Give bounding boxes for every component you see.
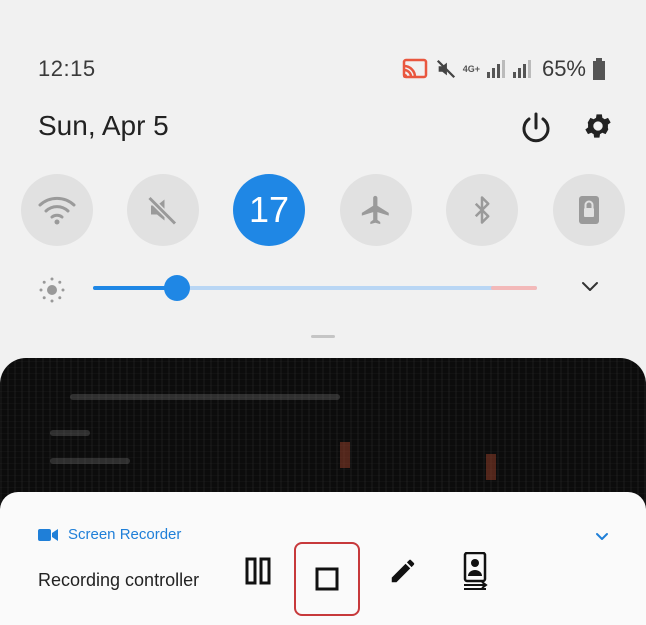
blurred-mark xyxy=(486,454,496,480)
wifi-icon xyxy=(38,196,76,225)
chevron-down-icon[interactable] xyxy=(578,274,602,298)
notification-app-header: Screen Recorder xyxy=(38,526,181,543)
brightness-row xyxy=(0,270,646,306)
tile-wifi[interactable] xyxy=(21,174,93,246)
tile-sound[interactable] xyxy=(127,174,199,246)
selfie-video-button[interactable] xyxy=(452,548,498,594)
pencil-icon xyxy=(391,559,415,583)
notification-app-name: Screen Recorder xyxy=(68,526,182,543)
draw-button[interactable] xyxy=(380,548,426,594)
video-camera-icon xyxy=(38,528,58,541)
power-icon xyxy=(522,112,550,143)
blurred-line xyxy=(50,458,130,464)
quick-settings-tiles: 17 xyxy=(0,174,646,246)
brightness-icon xyxy=(39,277,65,303)
clock: 12:15 xyxy=(38,56,96,81)
battery-icon xyxy=(593,58,605,80)
network-type: 4G+ xyxy=(462,63,480,74)
lock-icon xyxy=(579,196,599,224)
status-icons: 4G+ 65% xyxy=(401,56,606,82)
tile-number[interactable]: 17 xyxy=(233,174,305,246)
signal-icon xyxy=(486,60,505,78)
brightness-thumb[interactable] xyxy=(164,275,191,301)
screen-recorder-notification[interactable]: Screen Recorder Recording controller xyxy=(0,492,646,625)
blurred-line xyxy=(70,394,340,400)
notification-title: Recording controller xyxy=(38,570,200,590)
power-button[interactable] xyxy=(518,110,554,146)
header: Sun, Apr 5 xyxy=(0,108,646,152)
brightness-high-zone xyxy=(491,286,537,290)
selfie-icon xyxy=(463,552,488,590)
pause-icon xyxy=(245,557,271,585)
status-bar: 12:15 4G+ 65% xyxy=(0,52,646,88)
signal-icon-2 xyxy=(512,60,531,78)
airplane-icon xyxy=(361,195,389,225)
blurred-mark xyxy=(340,442,350,468)
battery-percent: 65% xyxy=(541,56,586,81)
chevron-down-icon[interactable] xyxy=(594,528,610,544)
tile-bluetooth[interactable] xyxy=(446,174,518,246)
stop-button[interactable] xyxy=(294,542,360,616)
mute-icon xyxy=(147,195,178,226)
settings-button[interactable] xyxy=(582,110,618,146)
tile-airplane[interactable] xyxy=(340,174,412,246)
stop-icon xyxy=(315,567,339,591)
blurred-line xyxy=(50,430,90,436)
bluetooth-icon xyxy=(474,196,490,224)
pause-button[interactable] xyxy=(235,548,281,594)
mute-status-icon xyxy=(436,59,455,79)
date-label: Sun, Apr 5 xyxy=(38,110,169,141)
tile-number-label: 17 xyxy=(248,189,290,230)
brightness-slider[interactable] xyxy=(93,275,537,301)
drag-handle[interactable] xyxy=(311,335,335,338)
cast-icon xyxy=(402,58,427,79)
tile-rotation-lock[interactable] xyxy=(553,174,625,246)
gear-icon xyxy=(585,114,611,138)
